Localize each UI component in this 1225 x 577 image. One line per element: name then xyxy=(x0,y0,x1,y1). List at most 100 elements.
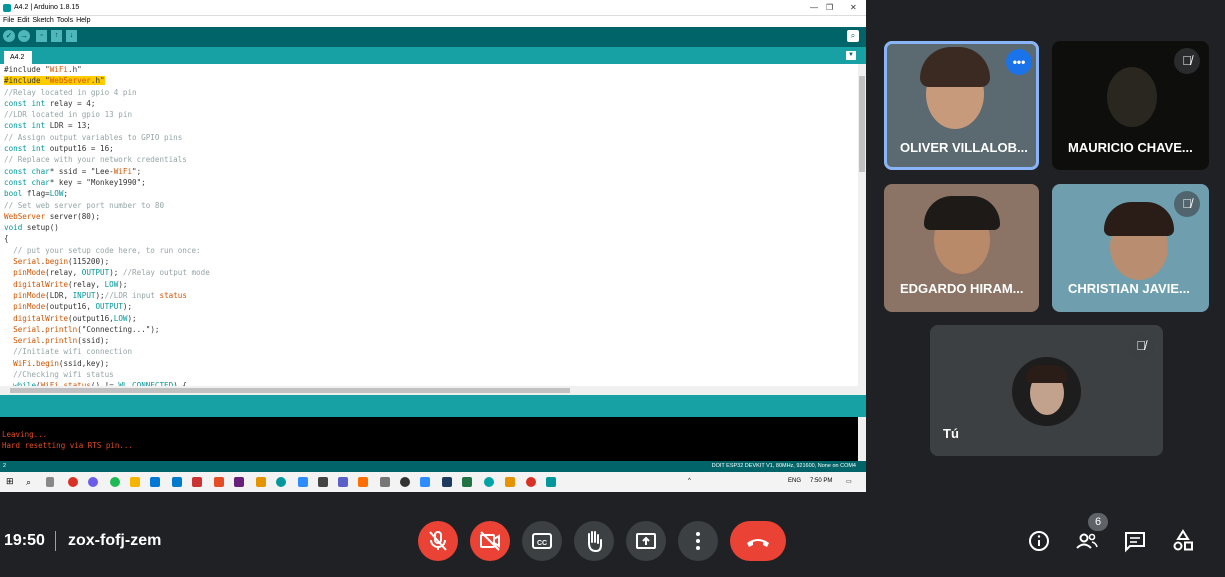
console-scrollbar[interactable] xyxy=(858,417,866,461)
app-icon[interactable] xyxy=(318,477,328,487)
save-icon[interactable]: ↓ xyxy=(66,30,77,42)
chrome-icon[interactable] xyxy=(68,477,78,487)
participant-tile[interactable]: 🎙̸ MAURICIO CHAVE... xyxy=(1052,41,1209,170)
meeting-details-button[interactable] xyxy=(1026,528,1052,554)
taskbar-clock[interactable]: 7:50 PM xyxy=(810,478,832,484)
code-line: // put your setup code here, to run once… xyxy=(4,245,201,255)
mic-off-icon xyxy=(429,531,447,551)
present-screen-button[interactable] xyxy=(626,521,666,561)
more-options-button[interactable] xyxy=(678,521,718,561)
window-titlebar: A4.2 | Arduino 1.8.15 — ❐ ✕ xyxy=(0,0,866,16)
captions-icon: CC xyxy=(532,533,552,549)
menu-edit[interactable]: Edit xyxy=(17,17,29,24)
code-line: #include "WiFi.h" xyxy=(4,65,82,74)
app-icon[interactable] xyxy=(192,477,202,487)
tab-bar: A4.2 ▼ xyxy=(0,47,866,64)
visual-studio-icon[interactable] xyxy=(234,477,244,487)
app-icon[interactable] xyxy=(462,477,472,487)
menu-sketch[interactable]: Sketch xyxy=(32,17,53,24)
participant-name: Tú xyxy=(943,426,959,441)
app-icon[interactable] xyxy=(214,477,224,487)
serial-monitor-icon[interactable]: ⌕ xyxy=(847,30,859,42)
tab-menu-icon[interactable]: ▼ xyxy=(846,51,856,60)
code-line: const char* key = "Monkey1990"; xyxy=(4,177,146,187)
vscode-icon[interactable] xyxy=(172,477,182,487)
app-icon[interactable] xyxy=(442,477,452,487)
tray-chevron-icon[interactable]: ^ xyxy=(688,478,691,484)
editor-vertical-scrollbar[interactable] xyxy=(858,64,866,386)
leave-call-button[interactable] xyxy=(730,521,786,561)
zoom-icon[interactable] xyxy=(298,477,308,487)
code-line: const int relay = 4; xyxy=(4,98,96,108)
code-line: digitalWrite(relay, LOW); xyxy=(13,279,128,289)
code-editor[interactable]: #include "WiFi.h" #include "WebServer.h" /… xyxy=(0,64,858,386)
new-icon[interactable]: ▫ xyxy=(36,30,47,42)
maximize-icon[interactable]: ❐ xyxy=(826,3,833,12)
console-line: Hard resetting via RTS pin... xyxy=(2,441,133,450)
messenger-icon[interactable] xyxy=(88,477,98,487)
arduino-taskbar-icon[interactable] xyxy=(276,477,286,487)
code-line: pinMode(output16, OUTPUT); xyxy=(13,302,133,312)
tab-a4-2[interactable]: A4.2 xyxy=(4,51,32,64)
people-icon xyxy=(1076,533,1098,549)
task-view-icon[interactable] xyxy=(46,477,54,487)
code-line: //Initiate wifi connection xyxy=(4,347,133,357)
participant-tile[interactable]: EDGARDO HIRAM... xyxy=(884,184,1039,312)
spotify-icon[interactable] xyxy=(110,477,120,487)
code-text: #include "WiFi.h" #include "WebServer.h" /… xyxy=(0,64,858,386)
notifications-icon[interactable]: ▭ xyxy=(846,478,852,485)
app-icon[interactable] xyxy=(526,477,536,487)
open-icon[interactable]: ↑ xyxy=(51,30,62,42)
menu-file[interactable]: File xyxy=(3,17,14,24)
menu-help[interactable]: Help xyxy=(76,17,90,24)
arduino-toolbar: ✓ → ▫ ↑ ↓ ⌕ xyxy=(0,27,866,47)
code-line: const int LDR = 13; xyxy=(4,121,91,131)
participant-name: CHRISTIAN JAVIE... xyxy=(1068,281,1190,296)
raise-hand-button[interactable] xyxy=(574,521,614,561)
close-icon[interactable]: ✕ xyxy=(850,3,857,12)
mic-toggle-button[interactable] xyxy=(418,521,458,561)
activities-icon xyxy=(1173,529,1193,551)
people-button[interactable] xyxy=(1074,528,1100,554)
code-line: digitalWrite(output16,LOW); xyxy=(13,313,137,323)
app-icon[interactable] xyxy=(400,477,410,487)
app-icon[interactable] xyxy=(256,477,266,487)
menu-tools[interactable]: Tools xyxy=(57,17,73,24)
activities-button[interactable] xyxy=(1170,528,1196,554)
editor-horizontal-scrollbar[interactable] xyxy=(0,386,866,395)
code-line: pinMode(LDR, INPUT);//LDR input status xyxy=(13,290,187,300)
camera-toggle-button[interactable] xyxy=(470,521,510,561)
search-icon[interactable]: ⌕ xyxy=(26,477,36,487)
app-icon[interactable] xyxy=(484,477,494,487)
chat-button[interactable] xyxy=(1122,528,1148,554)
info-icon xyxy=(1029,531,1049,551)
speaking-indicator-icon: ••• xyxy=(1006,49,1032,75)
mic-off-icon: 🎙̸ xyxy=(1128,333,1154,359)
code-line: const char* ssid = "Lee-WiFi"; xyxy=(4,166,142,176)
app-icon[interactable] xyxy=(358,477,368,487)
participant-tile[interactable]: ••• OLIVER VILLALOB... xyxy=(884,41,1039,170)
arduino-active-icon[interactable] xyxy=(546,477,556,487)
app-icon[interactable] xyxy=(338,477,348,487)
app-icon[interactable] xyxy=(380,477,390,487)
code-line: WiFi.begin(ssid,key); xyxy=(13,358,110,368)
console-output: Leaving... Hard resetting via RTS pin... xyxy=(0,417,858,461)
app-icon[interactable] xyxy=(505,477,515,487)
captions-button[interactable]: CC xyxy=(522,521,562,561)
participant-tile-self[interactable]: 🎙̸ Tú xyxy=(930,325,1163,456)
chat-icon xyxy=(1125,532,1145,553)
console-line: Leaving... xyxy=(2,430,48,439)
minimize-icon[interactable]: — xyxy=(810,3,818,12)
windows-start-icon[interactable]: ⊞ xyxy=(6,477,15,486)
mail-icon[interactable] xyxy=(150,477,160,487)
upload-icon[interactable]: → xyxy=(18,30,30,42)
app-icon[interactable] xyxy=(420,477,430,487)
hand-icon xyxy=(588,531,602,553)
language-indicator[interactable]: ENG xyxy=(788,478,801,484)
code-line: #include "WebServer.h" xyxy=(4,76,105,86)
file-explorer-icon[interactable] xyxy=(130,477,140,487)
code-line: Serial.println(ssid); xyxy=(13,336,110,346)
verify-icon[interactable]: ✓ xyxy=(3,30,15,42)
status-bar: 2 DOIT ESP32 DEVKIT V1, 80MHz, 921600, N… xyxy=(0,461,866,472)
participant-tile[interactable]: 🎙̸ CHRISTIAN JAVIE... xyxy=(1052,184,1209,312)
